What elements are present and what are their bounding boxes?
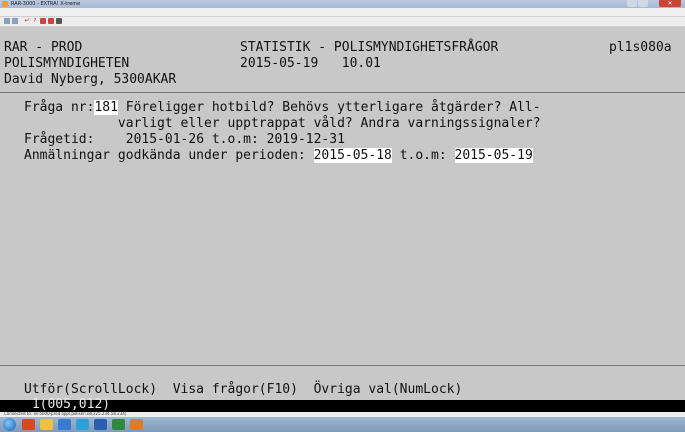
maximize-button[interactable] xyxy=(638,0,648,7)
minimize-button[interactable] xyxy=(627,0,637,7)
question-number-field[interactable]: 181 xyxy=(94,100,118,115)
header-system: RAR - PROD xyxy=(4,40,83,55)
reports-period-line: Anmälningar godkända under perioden: 201… xyxy=(24,148,533,164)
window-title: RAR-3000 - EXTRA! X-treme xyxy=(11,1,81,7)
header-divider xyxy=(0,92,685,93)
copy-icon[interactable] xyxy=(4,18,10,24)
outlook-icon[interactable] xyxy=(58,419,71,430)
question-label: Fråga nr: xyxy=(24,100,95,115)
question-period-value: 2015-01-26 t.o.m: 2019-12-31 xyxy=(94,132,345,147)
taskbar-app-icon[interactable] xyxy=(22,419,35,430)
record-icon[interactable] xyxy=(40,18,46,24)
close-button[interactable]: ✕ xyxy=(659,0,681,7)
enter-icon[interactable]: ↵ xyxy=(24,18,30,24)
terminal-app-icon[interactable] xyxy=(130,419,143,430)
header-datetime: 2015-05-19 10.01 xyxy=(240,56,381,71)
browser-icon[interactable] xyxy=(76,419,89,430)
terminal-screen[interactable]: RAR - PROD STATISTIK - POLISMYNDIGHETSFR… xyxy=(0,27,685,412)
print-icon[interactable] xyxy=(56,18,62,24)
question-period-label: Frågetid: xyxy=(24,132,95,147)
menu-bar: File Edit Session Options Help xyxy=(0,8,685,25)
function-key-bar: Utför(ScrollLock) Visa frågor(F10) Övrig… xyxy=(24,382,463,397)
header-user: David Nyberg, 5300AKAR xyxy=(4,72,177,87)
paste-icon[interactable] xyxy=(12,18,18,24)
period-from-field[interactable]: 2015-05-18 xyxy=(313,148,392,163)
folder-icon[interactable] xyxy=(40,419,53,430)
taskbar xyxy=(0,417,685,432)
start-button-icon[interactable] xyxy=(3,418,16,431)
question-line-1: Fråga nr:181 Föreligger hotbild? Behövs … xyxy=(24,100,541,116)
play-icon[interactable] xyxy=(48,18,54,24)
word-icon[interactable] xyxy=(94,419,107,430)
footer-divider xyxy=(0,365,685,366)
question-period-line: Frågetid: 2015-01-26 t.o.m: 2019-12-31 xyxy=(24,132,345,148)
excel-icon[interactable] xyxy=(112,419,125,430)
reports-period-label: Anmälningar godkända under perioden: xyxy=(24,148,314,163)
window-title-bar: RAR-3000 - EXTRA! X-treme ✕ xyxy=(0,0,685,8)
period-to-field[interactable]: 2015-05-19 xyxy=(454,148,533,163)
header-program-id: pl1s080a xyxy=(609,40,672,55)
app-icon xyxy=(2,1,8,7)
question-text-2: varligt eller upptrappat våld? Andra var… xyxy=(24,116,541,131)
period-separator: t.o.m: xyxy=(391,148,455,163)
help-icon[interactable]: ? xyxy=(32,18,38,24)
header-title: STATISTIK - POLISMYNDIGHETSFRÅGOR xyxy=(240,40,499,55)
header-organization: POLISMYNDIGHETEN xyxy=(4,56,130,71)
toolbar: ↵ ? xyxy=(0,17,685,27)
question-text-1: Föreligger hotbild? Behövs ytterligare å… xyxy=(117,100,541,115)
